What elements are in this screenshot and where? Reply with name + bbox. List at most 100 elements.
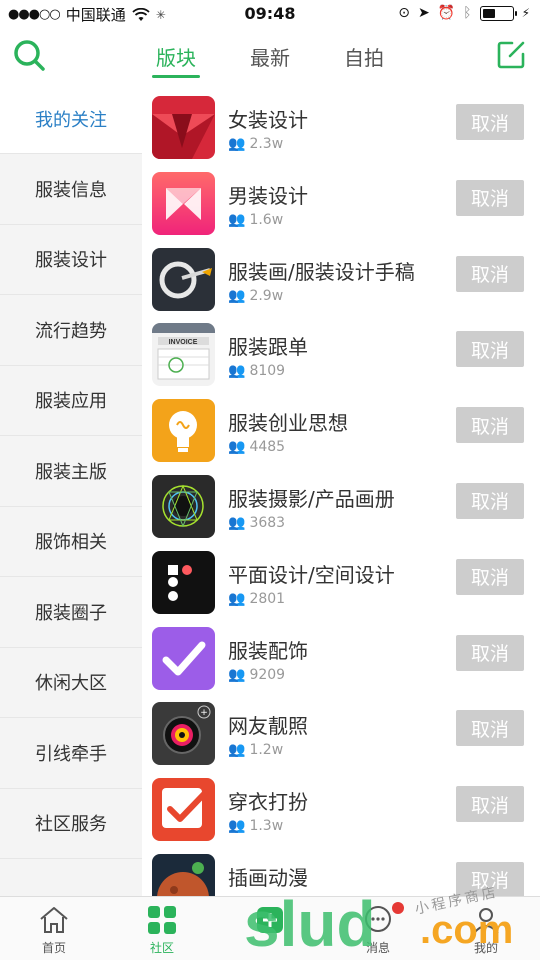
board-members: 👥 2.3w (228, 136, 284, 152)
board-members: 👥 8109 (228, 363, 286, 380)
nav-community-label: 社区 (149, 941, 174, 955)
sidebar-item-leisure[interactable]: 休闲大区 (0, 648, 142, 718)
nav-home-label: 首页 (41, 941, 66, 955)
bluetooth-icon: ᛒ (463, 5, 472, 21)
board-members: 👥 2.9w (228, 287, 284, 304)
board-title: 插画动漫 (228, 865, 308, 890)
members-icon: 👥 (228, 287, 246, 304)
sidebar-item-apparel-related[interactable]: 服饰相关 (0, 507, 142, 577)
sidebar-item-matchmaking[interactable]: 引线牵手 (0, 718, 142, 789)
status-bar: ●●●○○ 中国联通 ✳ 09:48 ⊙ ➤ ⏰ ᛒ ⚡ (0, 0, 540, 28)
rotation-lock-icon: ⊙ (398, 5, 410, 21)
watermark-dot (392, 902, 404, 914)
compose-icon (497, 41, 525, 69)
sidebar-item-trends[interactable]: 流行趋势 (0, 295, 142, 366)
unfollow-button[interactable]: 取消 (456, 482, 524, 519)
red-fold-icon (152, 96, 215, 159)
unfollow-button[interactable]: 取消 (456, 634, 524, 671)
board-members: 👥 3683 (228, 514, 286, 531)
sidebar-item-clothing-circle[interactable]: 服装圈子 (0, 577, 142, 648)
board-title: 服装配饰 (228, 638, 308, 663)
sidebar-item-clothing-apps[interactable]: 服装应用 (0, 366, 142, 436)
members-icon: 👥 (228, 666, 246, 683)
board-title: 男装设计 (228, 183, 308, 208)
list-item[interactable]: 平面设计/空间设计 👥 2801 取消 (142, 539, 540, 615)
unfollow-button[interactable]: 取消 (456, 558, 524, 595)
unfollow-button[interactable]: 取消 (456, 179, 524, 216)
battery-icon (479, 5, 517, 21)
top-header: 版块 最新 自拍 (0, 28, 540, 84)
dots-icon (152, 550, 215, 614)
board-members: 👥 2801 (228, 590, 286, 607)
members-icon: 👥 (228, 211, 246, 228)
invoice-icon: INVOICE (152, 323, 215, 387)
list-item[interactable]: 服装配饰 👥 9209 取消 (142, 615, 540, 691)
board-title: 平面设计/空间设计 (228, 562, 395, 587)
board-members: 👥 1.2w (228, 742, 284, 759)
sidebar-item-main-pattern[interactable]: 服装主版 (0, 436, 142, 507)
board-members: 👥 9209 (228, 666, 286, 683)
planet-icon (152, 853, 215, 896)
unfollow-button[interactable]: 取消 (456, 786, 524, 823)
members-icon: 👥 (228, 514, 246, 531)
compose-button[interactable] (496, 40, 526, 70)
unfollow-button[interactable]: 取消 (456, 104, 524, 140)
charging-icon: ⚡ (521, 6, 530, 20)
lightbulb-icon (152, 399, 215, 463)
home-icon (40, 907, 68, 933)
list-item[interactable]: 服装画/服装设计手稿 👥 2.9w 取消 (142, 236, 540, 312)
checkmark-purple-icon (152, 626, 215, 690)
board-title: 服装摄影/产品画册 (228, 486, 395, 511)
category-sidebar: 我的关注 服装信息 服装设计 流行趋势 服装应用 服装主版 服饰相关 服装圈子 … (0, 84, 142, 896)
members-icon: 👥 (228, 818, 246, 835)
tab-selfie[interactable]: 自拍 (344, 28, 384, 80)
checkmark-red-icon (152, 778, 215, 842)
pen-tool-icon (152, 247, 215, 311)
board-title: 女装设计 (228, 108, 308, 132)
list-item[interactable]: INVOICE 服装跟单 👥 8109 取消 (142, 311, 540, 387)
members-icon: 👥 (228, 590, 246, 607)
pink-m-icon (152, 171, 215, 235)
board-title: 网友靓照 (228, 714, 308, 739)
list-item[interactable]: 男装设计 👥 1.6w 取消 (142, 160, 540, 236)
alarm-icon: ⏰ (437, 5, 456, 21)
sidebar-item-clothing-info[interactable]: 服装信息 (0, 154, 142, 225)
grid-icon (148, 906, 176, 934)
sidebar-item-community-service[interactable]: 社区服务 (0, 789, 142, 859)
watermark-brand: slud (244, 888, 376, 960)
board-title: 服装画/服装设计手稿 (228, 259, 415, 284)
status-right: ⊙ ➤ ⏰ ᛒ ⚡ (398, 5, 530, 21)
unfollow-button[interactable]: 取消 (456, 331, 524, 368)
followed-boards-list: 女装设计 👥 2.3w 取消 男装设计 👥 1.6w 取消 服装画/服装设计手稿 👥… (142, 84, 540, 896)
board-title: 穿衣打扮 (228, 790, 308, 815)
members-icon: 👥 (228, 136, 246, 152)
header-tabs: 版块 最新 自拍 (0, 28, 540, 84)
board-members: 👥 1.6w (228, 211, 284, 228)
list-item[interactable]: 穿衣打扮 👥 1.3w 取消 (142, 766, 540, 842)
svg-text:INVOICE: INVOICE (169, 339, 198, 346)
camera-lens-icon: + (152, 702, 215, 766)
list-item[interactable]: 服装摄影/产品画册 👥 3683 取消 (142, 463, 540, 539)
location-arrow-icon: ➤ (417, 5, 430, 21)
nav-home[interactable]: 首页 (0, 897, 108, 960)
unfollow-button[interactable]: 取消 (456, 407, 524, 444)
unfollow-button[interactable]: 取消 (456, 710, 524, 747)
board-members: 👥 4485 (228, 439, 286, 456)
tab-bankuai[interactable]: 版块 (152, 28, 200, 80)
board-members: 👥 1.3w (228, 818, 284, 835)
unfollow-button[interactable]: 取消 (456, 255, 524, 292)
list-item[interactable]: 女装设计 👥 2.3w 取消 (142, 84, 540, 160)
sidebar-item-clothing-design[interactable]: 服装设计 (0, 225, 142, 295)
spirograph-icon (152, 474, 215, 538)
members-icon: 👥 (228, 363, 246, 380)
watermark-suffix: .com (420, 908, 514, 952)
svg-text:+: + (200, 708, 208, 718)
members-icon: 👥 (228, 439, 246, 456)
board-title: 服装创业思想 (228, 411, 348, 436)
sidebar-item-my-follows[interactable]: 我的关注 (0, 84, 142, 154)
tab-latest[interactable]: 最新 (250, 28, 290, 80)
list-item[interactable]: 服装创业思想 👥 4485 取消 (142, 387, 540, 463)
nav-community[interactable]: 社区 (108, 897, 216, 960)
list-item[interactable]: + 网友靓照 👥 1.2w 取消 (142, 690, 540, 766)
members-icon: 👥 (228, 742, 246, 759)
